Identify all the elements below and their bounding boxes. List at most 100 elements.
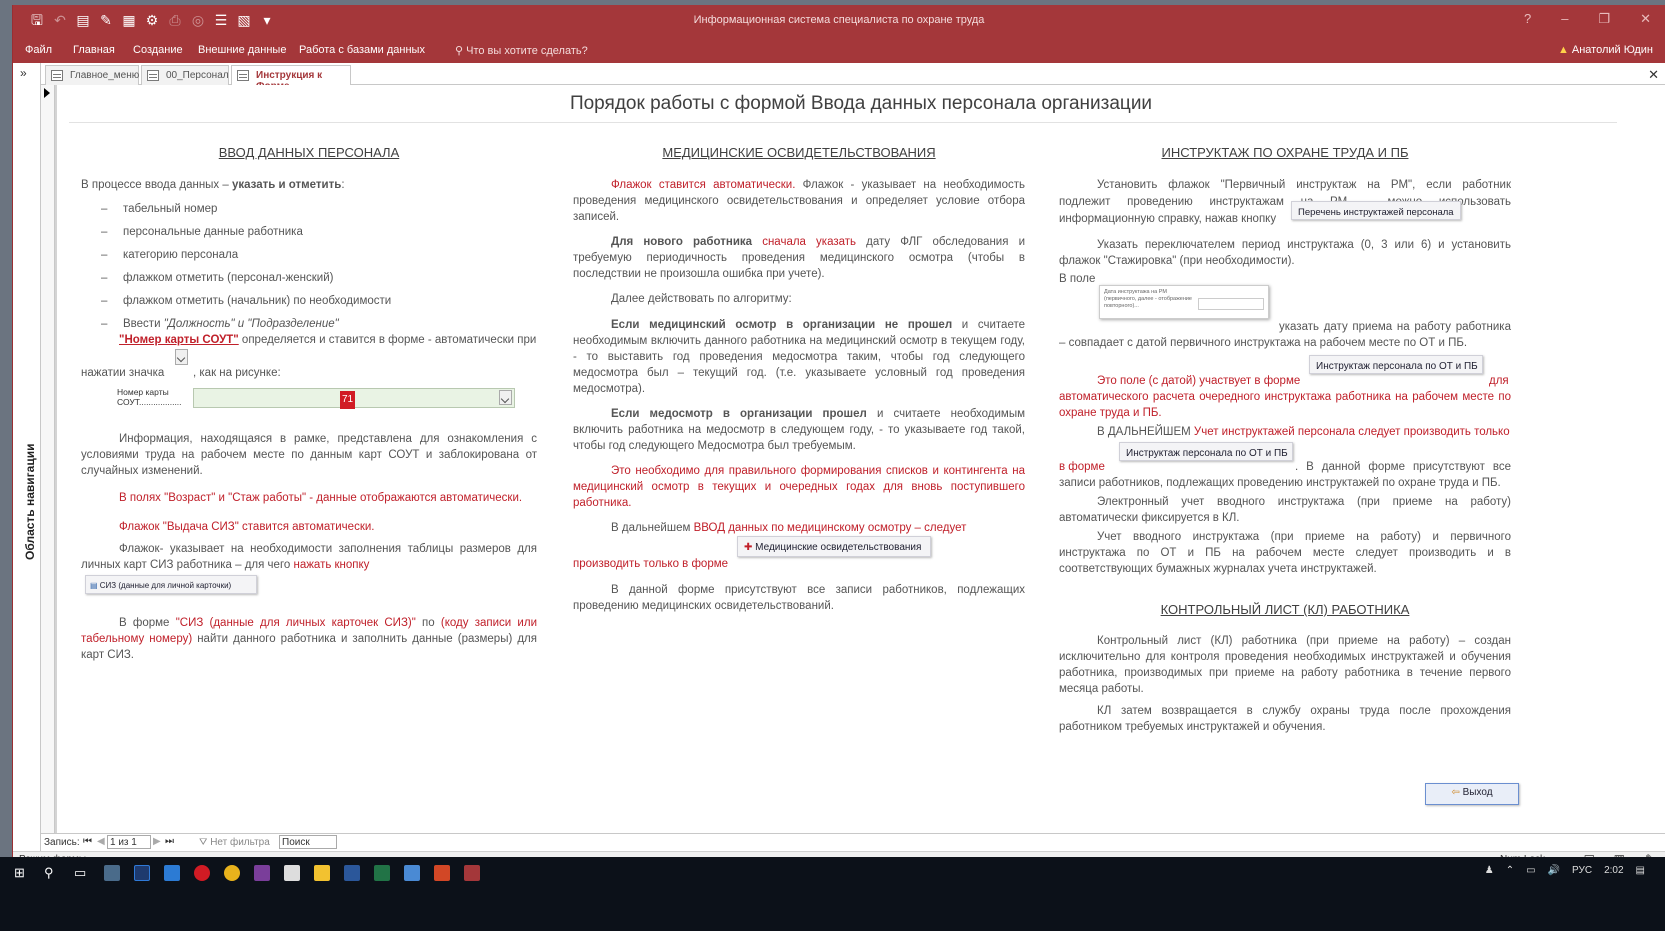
list-item: флажком отметить (начальник) по необходи…	[123, 295, 392, 307]
exit-icon: ⇦	[1451, 787, 1463, 798]
filter-status[interactable]: ⛛ Нет фильтра	[199, 837, 270, 848]
title-divider	[69, 122, 1617, 123]
list-item: Ввести "Должность" и "Подразделение"	[123, 318, 339, 330]
form-icon	[147, 70, 159, 81]
tab-home[interactable]: Главная	[73, 44, 115, 56]
info-note: Информация, находящаяся в рамке, предста…	[81, 433, 537, 477]
siz-form-note: В форме "СИЗ (данные для личных карточек…	[81, 617, 537, 661]
record-position-input[interactable]: 1 из 1	[107, 835, 151, 849]
briefings-list-button[interactable]: Перечень инструктажей персонала	[1291, 201, 1461, 220]
record-navigation-bar: Запись: ⏮ ◀ 1 из 1 ▶ ⏭ ⛛ Нет фильтра Пои…	[41, 833, 1665, 851]
clock[interactable]: 2:02	[1604, 865, 1623, 876]
medical-p1: Флажок ставится автоматически. Флажок - …	[573, 179, 1025, 223]
siz-flag-note: Флажок "Выдача СИЗ" ставится автоматичес…	[119, 521, 375, 533]
medical-p7: В дальнейшем ВВОД данных по медицинскому…	[611, 522, 967, 534]
filter-icon: ⛛	[199, 837, 211, 848]
first-record-icon[interactable]: ⏮	[83, 836, 92, 847]
medical-p6: Это необходимо для правильного формирова…	[573, 465, 1025, 509]
excel-icon[interactable]	[374, 865, 390, 881]
ribbon-tabs: Файл Главная Создание Внешние данные Раб…	[13, 37, 1665, 63]
checklist-p2: КЛ затем возвращается в службу охраны тр…	[1059, 705, 1511, 733]
window-title: Информационная система специалиста по ох…	[693, 14, 985, 26]
windows-taskbar: ⊞ ⚲ ▭ ♟ ⌃ ▭ 🔊 РУС 2:02 ▤	[0, 857, 1665, 931]
access-icon[interactable]	[464, 865, 480, 881]
column-personnel: ВВОД ДАННЫХ ПЕРСОНАЛА В процессе ввода д…	[81, 145, 537, 661]
sout-field-label: Номер карты СОУТ..................	[117, 387, 182, 407]
word-icon[interactable]	[344, 865, 360, 881]
tab-main-menu[interactable]: Главное_меню	[45, 65, 139, 85]
search-icon[interactable]: ⚲	[44, 865, 60, 881]
tab-file[interactable]: Файл	[25, 44, 52, 56]
notifications-icon[interactable]: ▤	[1636, 865, 1645, 876]
sout-note: "Номер карты СОУТ" определяется и ставит…	[119, 334, 537, 346]
close-document-icon[interactable]: ✕	[1648, 67, 1659, 83]
form-icon	[51, 70, 63, 81]
tray-chevron-icon[interactable]: ⌃	[1506, 865, 1514, 876]
expand-nav-icon[interactable]: »	[20, 66, 27, 80]
task-view-icon[interactable]: ▭	[74, 865, 90, 881]
minimize-icon[interactable]: –	[1561, 11, 1568, 27]
people-icon[interactable]: ♟	[1485, 865, 1494, 876]
chrome-icon[interactable]	[224, 865, 240, 881]
app-icon[interactable]	[404, 865, 420, 881]
list-item: табельный номер	[123, 203, 218, 215]
medical-exams-button[interactable]: ✚ Медицинские освидетельствования	[737, 536, 931, 557]
record-selector[interactable]	[41, 85, 55, 833]
window-controls: ? – ❐ ✕	[1524, 11, 1651, 27]
app-icon[interactable]	[104, 865, 120, 881]
next-record-icon[interactable]: ▶	[153, 836, 161, 847]
heading-checklist: КОНТРОЛЬНЫЙ ЛИСТ (КЛ) РАБОТНИКА	[1160, 602, 1410, 617]
help-icon[interactable]: ?	[1524, 11, 1531, 27]
tab-database-tools[interactable]: Работа с базами данных	[299, 44, 425, 56]
photoshop-icon[interactable]	[134, 865, 150, 881]
access-window: 🖫 ↶ ▤ ✎ ▦ ⚙ ⎙ ◎ ☰ ▧ ▾ Информационная сис…	[12, 5, 1665, 905]
heading-medical: МЕДИЦИНСКИЕ ОСВИДЕТЕЛЬСТВОВАНИЯ	[662, 145, 936, 160]
medical-p2: Для нового работника сначала указать дат…	[573, 236, 1025, 280]
briefing-p2: Указать переключателем период инструктаж…	[1059, 239, 1511, 267]
press-note: нажатии значка	[81, 367, 165, 379]
siz-card-button[interactable]: ▤ СИЗ (данные для личной карточки)	[85, 575, 257, 594]
onenote-icon[interactable]	[254, 865, 270, 881]
network-icon[interactable]: ▭	[1526, 865, 1535, 876]
restore-icon[interactable]: ❐	[1598, 11, 1610, 27]
system-tray: ♟ ⌃ ▭ 🔊 РУС 2:02 ▤	[1485, 865, 1645, 876]
tab-form-instruction[interactable]: Инструкция к Форме	[231, 65, 351, 92]
current-record-icon	[44, 88, 50, 98]
briefing-form-button-1[interactable]: Инструктаж персонала по ОТ и ПБ	[1309, 355, 1483, 374]
briefing-p6: В ДАЛЬНЕЙШЕМ Учет инструктажей персонала…	[1097, 426, 1510, 438]
exit-button[interactable]: ⇦ Выход	[1425, 783, 1519, 805]
press-note-end: , как на рисунке:	[193, 367, 281, 379]
language-indicator[interactable]: РУС	[1572, 865, 1592, 876]
close-window-icon[interactable]: ✕	[1640, 11, 1651, 27]
list-item: флажком отметить (персонал-женский)	[123, 272, 334, 284]
store-icon[interactable]	[284, 865, 300, 881]
user-account[interactable]: ▲ Анатолий Юдин	[1558, 44, 1653, 56]
tab-external-data[interactable]: Внешние данные	[198, 44, 286, 56]
tab-create[interactable]: Создание	[133, 44, 183, 56]
opera-icon[interactable]	[194, 865, 210, 881]
windows-start-icon[interactable]: ⊞	[14, 865, 30, 881]
form-icon	[237, 70, 249, 81]
navigation-pane[interactable]: » Область навигации	[13, 63, 41, 885]
date-field-example: Дата инструктажа на РМ (первичного, дале…	[1099, 285, 1269, 319]
volume-icon[interactable]: 🔊	[1548, 865, 1560, 876]
record-label: Запись:	[44, 837, 80, 848]
medical-p4: Если медицинский осмотр в организации не…	[573, 319, 1025, 395]
form-icon: ▤	[90, 581, 100, 590]
navigation-pane-label: Область навигации	[23, 443, 37, 560]
heading-briefing: ИНСТРУКТАЖ ПО ОХРАНЕ ТРУДА И ПБ	[1161, 145, 1409, 160]
tell-me-box[interactable]: ⚲ Что вы хотите сделать?	[455, 44, 588, 57]
prev-record-icon[interactable]: ◀	[97, 836, 105, 847]
powerpoint-icon[interactable]	[434, 865, 450, 881]
tab-personnel[interactable]: 00_Персонал	[141, 65, 229, 85]
app-icon[interactable]	[164, 865, 180, 881]
explorer-icon[interactable]	[314, 865, 330, 881]
column-medical: МЕДИЦИНСКИЕ ОСВИДЕТЕЛЬСТВОВАНИЯ Флажок с…	[573, 135, 1025, 735]
title-bar: 🖫 ↶ ▤ ✎ ▦ ⚙ ⎙ ◎ ☰ ▧ ▾ Информационная сис…	[13, 5, 1665, 37]
record-search-input[interactable]: Поиск	[279, 835, 337, 849]
document-tabs: Главное_меню 00_Персонал Инструкция к Фо…	[41, 63, 1665, 92]
personnel-intro: В процессе ввода данных – указать и отме…	[81, 179, 345, 191]
last-record-icon[interactable]: ⏭	[165, 836, 174, 847]
sout-card-field: 71	[193, 388, 515, 409]
age-note: В полях "Возраст" и "Стаж работы" - данн…	[119, 492, 523, 504]
